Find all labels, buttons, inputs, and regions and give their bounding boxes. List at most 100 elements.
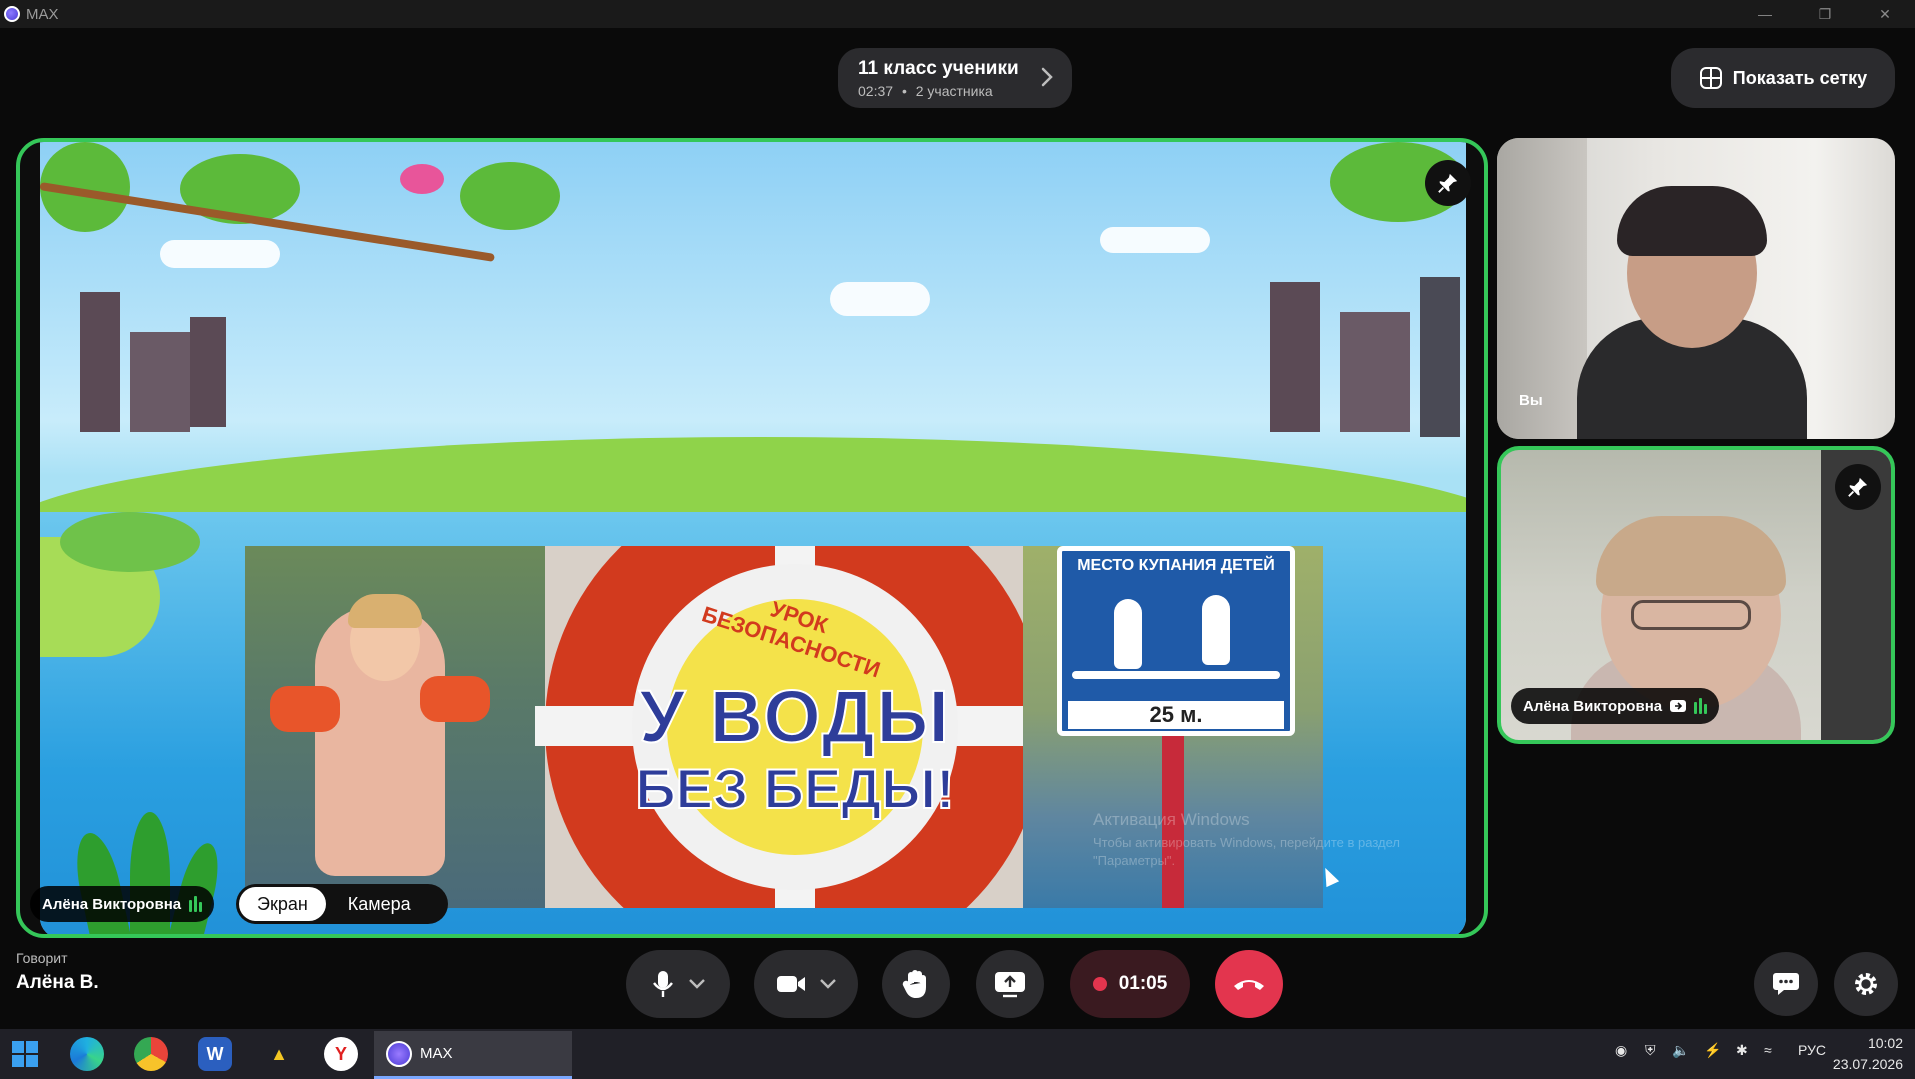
cloud <box>160 240 280 268</box>
wave-line <box>1072 671 1280 679</box>
recording-indicator[interactable]: 01:05 <box>1070 950 1190 1018</box>
share-screen-button[interactable] <box>976 950 1044 1018</box>
pin-icon <box>1848 477 1868 497</box>
alena-video-tile[interactable]: Алёна Викторовна <box>1497 446 1895 744</box>
source-switcher: Экран Камера <box>236 884 448 924</box>
armband <box>270 686 340 732</box>
tree-foliage <box>460 162 560 230</box>
chevron-down-icon[interactable] <box>688 978 706 990</box>
watermark-title: Активация Windows <box>1093 810 1250 829</box>
city-building <box>1420 277 1460 437</box>
call-separator: • <box>901 83 907 99</box>
show-grid-label: Показать сетку <box>1732 67 1868 88</box>
call-participants: 2 участника <box>915 83 993 99</box>
presenter-name: Алёна Викторовна <box>42 895 182 913</box>
edge-icon[interactable] <box>70 1037 104 1071</box>
city-building <box>1270 282 1320 432</box>
window-titlebar: MAX — ❐ ✕ <box>0 0 1915 28</box>
self-label: Вы <box>1519 392 1543 409</box>
presenter-name-tag: Алёна Викторовна <box>30 886 215 922</box>
gear-icon <box>1855 973 1877 995</box>
city-building <box>1340 312 1410 432</box>
settings-button[interactable] <box>1834 952 1898 1016</box>
chevron-right-icon <box>1041 67 1053 87</box>
alena-name: Алёна Викторовна <box>1523 697 1663 715</box>
city-building <box>80 292 120 432</box>
cloud <box>1100 227 1210 253</box>
minimize-button[interactable]: — <box>1742 0 1788 28</box>
screen-share-stage[interactable]: УРОК БЕЗОПАСНОСТИ У ВОДЫ БЕЗ БЕДЫ! МЕСТО… <box>16 138 1488 938</box>
volume-icon[interactable]: 🔈 <box>1672 1042 1689 1059</box>
slide-title-line2: БЕЗ БЕДЫ! <box>634 756 955 821</box>
max-app-icon <box>386 1040 412 1067</box>
swimming-sign: МЕСТО КУПАНИЯ ДЕТЕЙ 25 м. <box>1057 546 1295 736</box>
camera-tab[interactable]: Камера <box>330 887 429 921</box>
bird <box>400 164 444 194</box>
max-tray-icon[interactable]: ◉ <box>1615 1042 1627 1059</box>
kid-silhouette <box>1114 599 1142 669</box>
phone-hangup-icon <box>1234 980 1264 990</box>
boy-hair <box>348 594 422 628</box>
glasses <box>1631 600 1751 630</box>
chevron-down-icon[interactable] <box>819 978 837 990</box>
power-icon[interactable]: ⚡ <box>1704 1042 1721 1059</box>
restore-button[interactable]: ❐ <box>1802 0 1848 28</box>
chat-button[interactable] <box>1754 952 1818 1016</box>
taskbar-max-label: MAX <box>420 1045 453 1062</box>
hand-icon <box>902 970 926 999</box>
taskbar-max-app[interactable]: MAX <box>374 1031 572 1079</box>
tree-foliage <box>60 512 200 572</box>
speaking-label: Говорит <box>16 950 68 966</box>
chat-icon <box>1773 973 1799 995</box>
armband <box>420 676 490 722</box>
audio-level-icon <box>1694 698 1708 714</box>
camera-control[interactable] <box>754 950 858 1018</box>
call-meta: 02:37 • 2 участника <box>858 83 1052 99</box>
person-hair <box>1596 516 1786 596</box>
pin-button[interactable] <box>1835 464 1881 510</box>
watermark-text: Чтобы активировать Windows, перейдите в … <box>1093 835 1400 868</box>
call-info-pill[interactable]: 11 класс ученики 02:37 • 2 участника <box>838 48 1072 108</box>
wifi-icon[interactable]: ≈ <box>1764 1042 1772 1058</box>
chrome-icon[interactable] <box>134 1037 168 1071</box>
person-hair <box>1617 186 1767 256</box>
bluetooth-icon[interactable]: ✱ <box>1736 1042 1748 1059</box>
self-video-tile[interactable]: Вы <box>1497 138 1895 439</box>
defender-icon[interactable]: ⛨ <box>1645 1042 1656 1059</box>
show-grid-button[interactable]: Показать сетку <box>1671 48 1895 108</box>
slide-title-line1: У ВОДЫ <box>638 674 951 759</box>
record-time: 01:05 <box>1118 973 1168 994</box>
input-language[interactable]: РУС <box>1798 1042 1826 1058</box>
call-name: 11 класс ученики <box>858 58 1019 79</box>
screen-tab[interactable]: Экран <box>239 887 326 921</box>
screen-share-upload-icon <box>995 972 1025 998</box>
call-duration: 02:37 <box>858 83 894 99</box>
taskbar-clock[interactable]: 10:02 23.07.2026 <box>1833 1033 1903 1075</box>
audio-level-icon <box>189 896 203 912</box>
clock-time: 10:02 <box>1867 1035 1903 1051</box>
raise-hand-button[interactable] <box>882 950 950 1018</box>
city-building <box>190 317 226 427</box>
yandex-browser-icon[interactable]: Y <box>324 1037 358 1071</box>
windows-activation-watermark: Активация Windows Чтобы активировать Win… <box>1093 810 1423 870</box>
screen-share-icon <box>1670 700 1687 712</box>
close-button[interactable]: ✕ <box>1862 0 1908 28</box>
pin-button[interactable] <box>1425 160 1471 206</box>
speaking-name: Алёна В. <box>16 972 99 993</box>
sign-title: МЕСТО КУПАНИЯ ДЕТЕЙ <box>1077 557 1275 574</box>
kid-silhouette <box>1202 595 1230 665</box>
aimp-icon[interactable]: ▲ <box>262 1037 296 1071</box>
window-title: MAX <box>26 5 59 23</box>
microphone-icon <box>653 971 673 997</box>
pin-icon <box>1438 173 1458 193</box>
grid-icon <box>1699 67 1722 89</box>
microphone-control[interactable] <box>626 950 730 1018</box>
word-icon[interactable]: W <box>198 1037 232 1071</box>
clock-date: 23.07.2026 <box>1832 1056 1903 1072</box>
sign-distance: 25 м. <box>1068 701 1284 729</box>
alena-name-tag: Алёна Викторовна <box>1511 688 1720 724</box>
cloud <box>830 282 930 316</box>
city-building <box>130 332 190 432</box>
hang-up-button[interactable] <box>1215 950 1283 1018</box>
windows-start-icon[interactable] <box>8 1037 42 1071</box>
